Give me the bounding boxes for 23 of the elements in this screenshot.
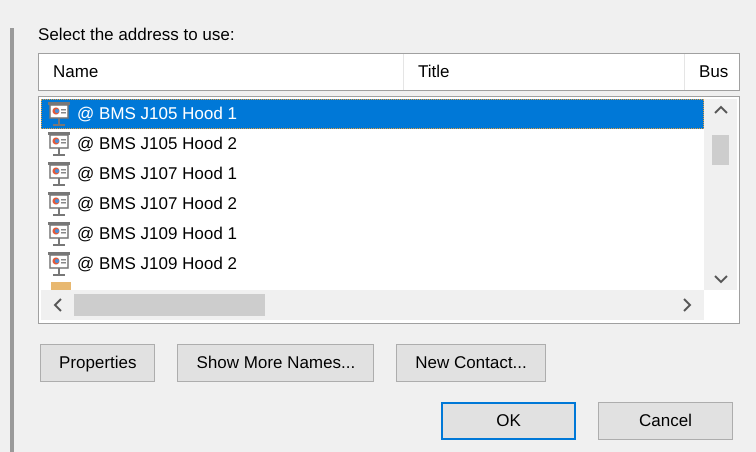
contact-row[interactable]: @ BMS J105 Hood 1 — [41, 99, 704, 129]
action-button[interactable]: New Contact... — [396, 344, 546, 382]
dialog-button[interactable]: OK — [441, 402, 576, 440]
scroll-left-icon[interactable] — [53, 298, 63, 312]
scrollbar-thumb[interactable] — [74, 294, 265, 316]
column-header[interactable]: Bus — [685, 54, 739, 90]
contact-row[interactable]: @ BMS J105 Hood 2 — [41, 129, 704, 159]
contact-row[interactable]: @ BMS J107 Hood 2 — [41, 189, 704, 219]
scroll-up-icon[interactable] — [714, 105, 728, 115]
prompt-label: Select the address to use: — [38, 24, 236, 46]
dialog-button[interactable]: Cancel — [598, 402, 733, 440]
action-button[interactable]: Properties — [40, 344, 156, 382]
action-button[interactable]: Show More Names... — [177, 344, 374, 382]
vertical-scrollbar[interactable] — [704, 99, 737, 290]
scroll-down-icon[interactable] — [714, 274, 728, 284]
horizontal-scrollbar[interactable] — [41, 290, 704, 320]
contact-row[interactable]: @ BMS J109 Hood 2 — [41, 249, 704, 279]
contact-row[interactable]: @ BMS J109 Hood 1 — [41, 219, 704, 249]
column-header[interactable]: Name — [39, 54, 404, 90]
column-header[interactable]: Title — [404, 54, 685, 90]
scrollbar-thumb[interactable] — [712, 134, 729, 164]
scroll-right-icon[interactable] — [682, 298, 692, 312]
contact-row[interactable]: @ BMS J107 Hood 1 — [41, 159, 704, 189]
